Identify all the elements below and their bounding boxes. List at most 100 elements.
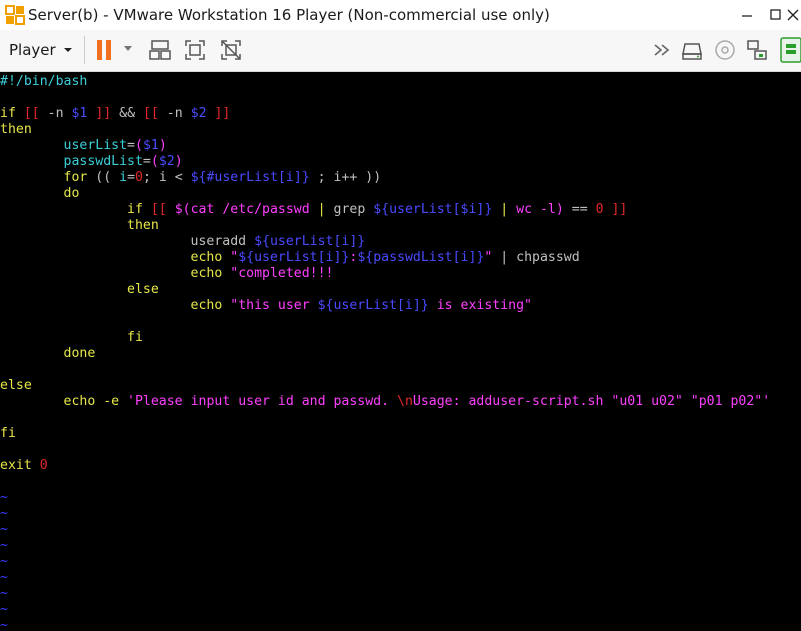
code-token: if xyxy=(0,202,151,217)
dropdown-arrow-icon[interactable] xyxy=(122,44,134,54)
code-line: exit 0 xyxy=(0,458,48,474)
code-token: passwdList xyxy=(0,154,143,169)
code-token: for xyxy=(0,170,88,185)
code-token: "this user xyxy=(230,298,318,313)
code-line: echo "this user ${userList[i]} is existi… xyxy=(0,298,532,314)
code-line: then xyxy=(0,218,159,234)
code-token: userList xyxy=(0,138,128,153)
code-token: = xyxy=(142,154,151,169)
code-token: ~ xyxy=(0,602,8,617)
code-line: else xyxy=(0,378,32,394)
code-token: " xyxy=(230,250,239,265)
code-token: exit xyxy=(0,458,40,473)
code-token: ${#userList[i]} xyxy=(190,170,310,185)
cd-icon[interactable] xyxy=(713,38,737,62)
code-token: if xyxy=(0,106,24,121)
code-line: passwdList=($2) xyxy=(0,154,183,170)
code-line: ~ xyxy=(0,602,8,618)
fit-guest-icon[interactable] xyxy=(183,38,207,62)
code-token: ${userList[i]} xyxy=(317,298,429,313)
send-ctrl-alt-del-icon[interactable] xyxy=(148,38,172,62)
code-line: fi xyxy=(0,426,16,442)
code-token: ~ xyxy=(0,490,8,505)
code-token: ~ xyxy=(0,522,8,537)
code-token: ${userList[i]} xyxy=(254,234,366,249)
code-token: [[ xyxy=(150,202,167,217)
pause-icon[interactable] xyxy=(94,38,114,62)
code-token: $2 xyxy=(158,154,175,169)
code-line: ~ xyxy=(0,522,8,538)
code-line: fi xyxy=(0,330,143,346)
code-token: cat /etc/passwd xyxy=(190,202,318,217)
code-token: grep xyxy=(325,202,374,217)
code-token: ( xyxy=(150,154,159,169)
vm-console-screen[interactable]: #!/bin/bash if [[ -n $1 ]] && [[ -n $2 ]]… xyxy=(0,72,801,631)
code-line: ~ xyxy=(0,586,8,602)
code-token: "completed!!! xyxy=(230,266,334,281)
code-token: ${userList[i]} xyxy=(238,250,350,265)
code-token: ~ xyxy=(0,570,8,585)
code-token: fi xyxy=(0,330,143,345)
code-token: #!/bin/bash xyxy=(0,74,88,89)
vmware-logo-icon xyxy=(5,5,25,25)
code-line: ~ xyxy=(0,506,8,522)
code-line: useradd ${userList[i]} xyxy=(0,234,366,250)
code-line: echo "completed!!! xyxy=(0,266,334,282)
code-token: ~ xyxy=(0,506,8,521)
hard-disk-icon[interactable] xyxy=(680,38,704,62)
code-token: Usage: adduser-script.sh "u01 u02" "p01 … xyxy=(412,394,771,409)
code-line: then xyxy=(0,122,32,138)
code-token: ) xyxy=(174,154,183,169)
code-token: then xyxy=(0,122,32,137)
code-token: 0 xyxy=(135,170,143,185)
dropdown-arrow-icon xyxy=(63,48,72,52)
network-icon[interactable] xyxy=(745,38,769,62)
code-token: ]] xyxy=(87,106,112,121)
code-token: $1 xyxy=(142,138,159,153)
code-token: ~ xyxy=(0,554,8,569)
code-line: if [[ $(cat /etc/passwd | grep ${userLis… xyxy=(0,202,627,218)
code-token: ~ xyxy=(0,618,8,631)
code-token: ${passwdList[i]} xyxy=(357,250,485,265)
code-token: -n xyxy=(39,106,72,121)
code-line: ~ xyxy=(0,538,8,554)
window-title: Server(b) - VMware Workstation 16 Player… xyxy=(28,6,550,24)
code-token: ) xyxy=(158,138,167,153)
code-token: = xyxy=(127,170,136,185)
minimize-icon[interactable] xyxy=(732,2,762,28)
code-line: echo "${userList[i]}:${passwdList[i]}" |… xyxy=(0,250,580,266)
title-bar: Server(b) - VMware Workstation 16 Player… xyxy=(0,0,801,30)
code-line: ~ xyxy=(0,490,8,506)
close-icon[interactable] xyxy=(784,2,801,28)
code-token: 0 xyxy=(39,458,48,473)
player-menu-label: Player xyxy=(9,41,56,59)
unity-icon[interactable] xyxy=(219,38,243,62)
toolbar: Player xyxy=(0,30,801,72)
code-token: $1 xyxy=(71,106,88,121)
code-token: fi xyxy=(0,426,16,441)
code-token: done xyxy=(0,346,96,361)
code-token: echo xyxy=(0,266,231,281)
code-token: echo -e xyxy=(0,394,128,409)
vm-settings-icon[interactable] xyxy=(778,36,801,64)
toolbar-separator xyxy=(84,36,85,64)
code-line: userList=($1) xyxy=(0,138,167,154)
code-token: | xyxy=(317,202,326,217)
code-token: i xyxy=(119,170,128,185)
code-token: is existing" xyxy=(428,298,532,313)
code-token: -n xyxy=(158,106,191,121)
code-token: ( xyxy=(135,138,143,153)
code-token: $( xyxy=(166,202,191,217)
code-token: else xyxy=(0,378,32,393)
code-token: == xyxy=(563,202,596,217)
code-token: wc -l xyxy=(508,202,556,217)
code-token: echo xyxy=(0,298,231,313)
code-token: ]] xyxy=(603,202,628,217)
code-token: ; i < xyxy=(142,170,191,185)
player-menu-button[interactable]: Player xyxy=(4,38,74,62)
code-token: ; i++ )) xyxy=(309,170,382,185)
code-token: 0 xyxy=(595,202,604,217)
code-token: = xyxy=(127,138,135,153)
code-token: && xyxy=(111,106,143,121)
forward-icon[interactable] xyxy=(652,40,672,60)
